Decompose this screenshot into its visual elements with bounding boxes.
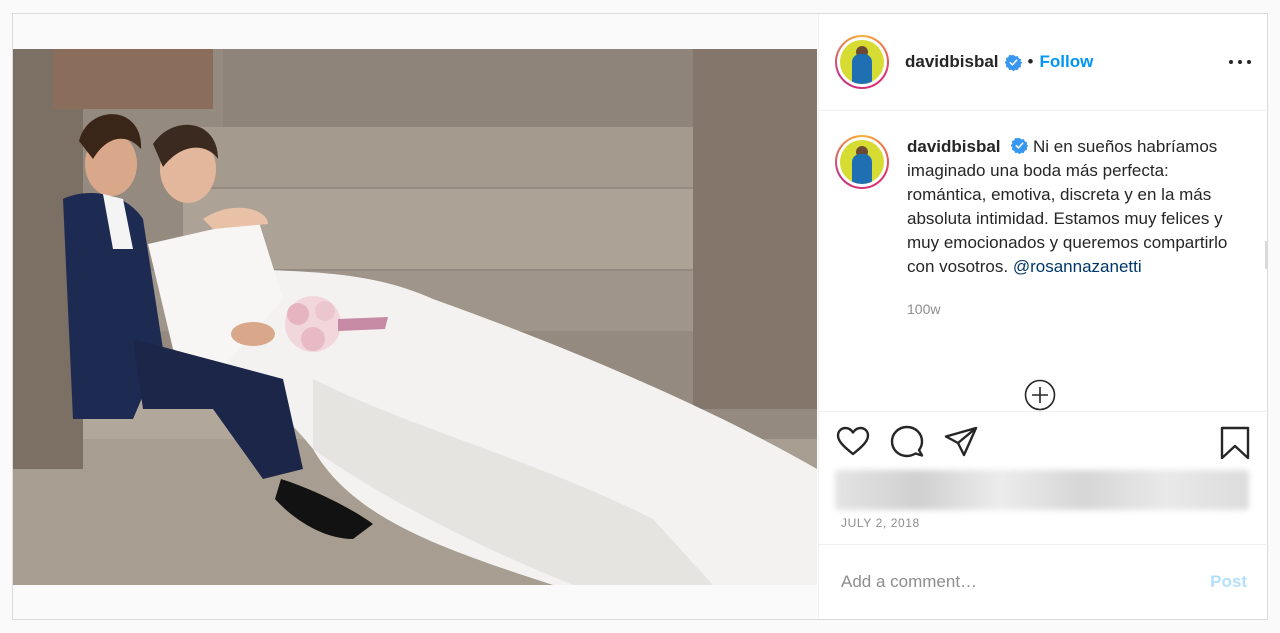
caption-body: davidbisbal Ni en sueños habríamos imagi…	[907, 135, 1231, 321]
verified-badge-icon	[1004, 54, 1022, 71]
caption-time[interactable]: 100w	[907, 297, 1231, 321]
share-icon[interactable]	[943, 424, 979, 460]
comments-section: davidbisbal Ni en sueños habríamos imagi…	[819, 111, 1269, 411]
avatar[interactable]	[835, 35, 889, 89]
action-bar	[819, 411, 1269, 471]
comment-icon[interactable]	[889, 424, 925, 460]
post-media	[13, 14, 817, 619]
post-header: davidbisbal • Follow	[819, 14, 1269, 111]
heart-icon[interactable]	[835, 424, 871, 460]
wedding-photo	[13, 49, 817, 585]
comment-input[interactable]	[841, 572, 1211, 592]
post-photo[interactable]	[13, 49, 817, 585]
header-username[interactable]: davidbisbal	[905, 52, 999, 72]
caption-mention-link[interactable]: @rosannazanetti	[1013, 257, 1142, 276]
post-date[interactable]: JULY 2, 2018	[841, 516, 920, 530]
verified-badge-icon	[1011, 137, 1029, 154]
follow-button[interactable]: Follow	[1039, 52, 1093, 72]
caption-text: Ni en sueños habríamos imaginado una bod…	[907, 137, 1228, 276]
post-card: davidbisbal • Follow davidbisbal Ni en s…	[12, 13, 1269, 620]
caption-avatar[interactable]	[835, 135, 889, 189]
post-sidebar: davidbisbal • Follow davidbisbal Ni en s…	[818, 14, 1269, 619]
likes-blurred	[835, 470, 1249, 510]
post-comment-button[interactable]: Post	[1210, 572, 1247, 592]
add-comment-bar: Post	[819, 544, 1269, 619]
load-more-comments-icon[interactable]	[1024, 379, 1056, 411]
caption: davidbisbal Ni en sueños habríamos imagi…	[835, 135, 1231, 321]
more-options-icon[interactable]	[1229, 52, 1251, 72]
bookmark-icon[interactable]	[1219, 425, 1251, 461]
scrollbar[interactable]	[1265, 241, 1267, 269]
caption-username[interactable]: davidbisbal	[907, 137, 1001, 156]
separator-dot: •	[1027, 52, 1034, 71]
